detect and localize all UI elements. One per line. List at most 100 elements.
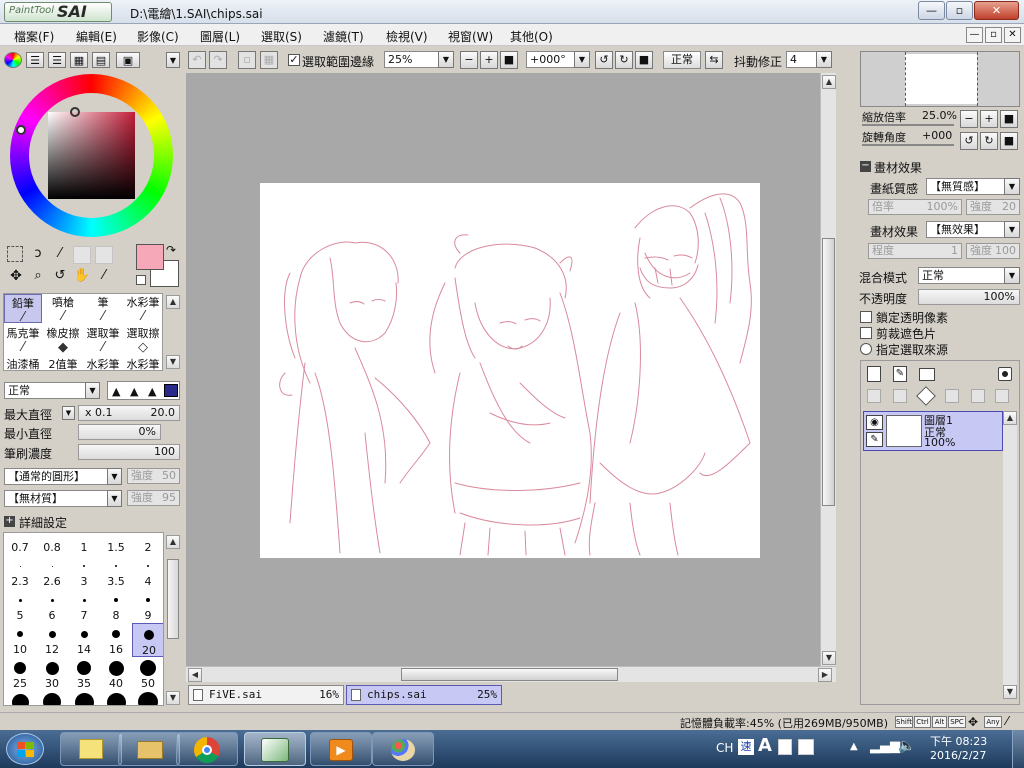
brush-size-cell[interactable]: 0.7 — [4, 533, 36, 555]
minimize-button[interactable]: — — [918, 1, 945, 20]
chevron-down-icon[interactable]: ▼ — [107, 468, 122, 485]
zoom-out-icon[interactable]: − — [460, 51, 478, 69]
soft-tip-icon[interactable]: ▲ — [130, 385, 138, 398]
nav-zoom-track[interactable] — [862, 124, 954, 126]
chevron-down-icon[interactable]: ▼ — [816, 51, 832, 68]
menu-edit[interactable]: 編輯(E) — [76, 28, 117, 45]
brush-texture-select[interactable]: 【無材質】 — [4, 490, 122, 507]
nav-zoom-in-icon[interactable]: + — [980, 110, 998, 128]
nav-rotate-left-icon[interactable]: ↺ — [960, 132, 978, 150]
brush-size-cell[interactable]: 10 — [4, 623, 36, 657]
brush-size-cell[interactable]: 70 — [36, 691, 68, 705]
start-button[interactable] — [6, 733, 44, 765]
primary-color-swatch[interactable] — [136, 244, 164, 270]
menu-window[interactable]: 視窗(W) — [448, 28, 493, 45]
menu-image[interactable]: 影像(C) — [137, 28, 179, 45]
brush-size-cell[interactable]: 1.5 — [100, 533, 132, 555]
brush-size-cell[interactable]: 6 — [36, 589, 68, 623]
ime-font-icon[interactable]: A — [758, 735, 772, 756]
new-layer-icon[interactable] — [867, 366, 881, 382]
vertical-scrollbar[interactable]: ▲ ▼ — [820, 73, 836, 666]
color-wheel-tab-icon[interactable] — [4, 52, 22, 68]
layer-scroll-up-icon[interactable]: ▲ — [1003, 411, 1017, 425]
maximize-button[interactable]: ▫ — [946, 1, 973, 20]
scroll-right-icon[interactable]: ▶ — [818, 668, 832, 682]
transparent-color-icon[interactable] — [136, 275, 146, 285]
brush-size-cell[interactable]: 25 — [4, 657, 36, 691]
clear-layer-icon[interactable] — [916, 386, 936, 406]
tool-select-eraser[interactable]: 選取擦 ◇ — [124, 325, 162, 354]
scroll-down-icon[interactable]: ▼ — [822, 651, 836, 665]
chevron-down-icon[interactable]: ▼ — [574, 51, 590, 68]
rgb-slider-tab-icon[interactable]: ☰ — [26, 52, 44, 68]
clock-date[interactable]: 2016/2/27 — [930, 749, 986, 762]
brush-size-cell[interactable]: 1 — [68, 533, 100, 555]
navigator-preview[interactable] — [860, 51, 1020, 107]
panel-menu-icon[interactable]: ▼ — [166, 52, 180, 68]
tool-airbrush[interactable]: 噴槍 ⁄ — [44, 294, 82, 323]
rotate-icon[interactable]: ↺ — [51, 268, 69, 286]
density-slider[interactable]: 100 — [78, 444, 180, 460]
brush-size-cell[interactable]: 20 — [132, 623, 163, 657]
opacity-slider[interactable]: 100% — [918, 289, 1020, 305]
tool-marker[interactable]: 馬克筆 ⁄ — [4, 325, 42, 354]
hand-icon[interactable]: ✋ — [73, 268, 91, 286]
zoom-icon[interactable]: ⌕ — [29, 268, 47, 286]
saturation-value-square[interactable] — [48, 112, 135, 199]
vertical-scroll-thumb[interactable] — [822, 238, 835, 506]
move-icon[interactable]: ✥ — [7, 268, 25, 286]
menu-layer[interactable]: 圖層(L) — [200, 28, 240, 45]
volume-icon[interactable]: 🔈 — [898, 738, 915, 754]
size-multiplier-icon[interactable]: ▼ — [62, 406, 75, 420]
chevron-down-icon[interactable]: ▼ — [1004, 221, 1020, 238]
network-signal-icon[interactable]: ▂▄▆ — [870, 739, 900, 754]
sv-picker-handle[interactable] — [70, 107, 80, 117]
hsv-slider-tab-icon[interactable]: ☰ — [48, 52, 66, 68]
brush-size-cell[interactable]: 8 — [100, 589, 132, 623]
mdi-restore-button[interactable]: ▫ — [985, 27, 1002, 43]
brush-size-cell[interactable]: 80 — [68, 691, 100, 705]
nav-rotate-right-icon[interactable]: ↻ — [980, 132, 998, 150]
brush-size-cell[interactable]: 14 — [68, 623, 100, 657]
close-button[interactable]: ✕ — [974, 1, 1019, 20]
canvas-area[interactable] — [186, 73, 820, 666]
new-vector-layer-icon[interactable]: ✎ — [893, 366, 907, 382]
horizontal-scrollbar[interactable]: ◀ ▶ — [186, 666, 836, 682]
brush-size-cell[interactable]: 120 — [132, 691, 163, 705]
chevron-down-icon[interactable]: ▼ — [1004, 267, 1020, 284]
doc-tab-active[interactable]: chips.sai 25% — [346, 685, 502, 705]
lock-opacity-checkbox[interactable] — [860, 311, 872, 323]
brush-size-cell[interactable]: 2.3 — [4, 555, 36, 589]
brush-size-cell[interactable]: 60 — [4, 691, 36, 705]
max-size-slider[interactable]: x 0.1 20.0 — [78, 405, 180, 421]
rotate-right-icon[interactable]: ↻ — [615, 51, 633, 69]
ime-mode[interactable]: 速 — [738, 739, 754, 755]
round-tip-icon[interactable]: ▲ — [112, 385, 120, 398]
layer-scrollbar[interactable]: ▲ ▼ — [1003, 411, 1017, 699]
size-scroll-up-icon[interactable]: ▲ — [166, 535, 180, 549]
tool-select-pen[interactable]: 選取筆 ⁄ — [84, 325, 122, 354]
brush-size-cell[interactable]: 30 — [36, 657, 68, 691]
chevron-down-icon[interactable]: ▼ — [85, 382, 100, 399]
rotate-left-icon[interactable]: ↺ — [595, 51, 613, 69]
square-tip-icon[interactable] — [164, 384, 178, 397]
horizontal-scroll-thumb[interactable] — [401, 668, 618, 681]
brush-size-cell[interactable]: 5 — [4, 589, 36, 623]
scroll-left-icon[interactable]: ◀ — [188, 668, 202, 682]
brush-size-cell[interactable]: 40 — [100, 657, 132, 691]
brush-size-cell[interactable]: 50 — [132, 657, 163, 691]
swap-colors-icon[interactable]: ↷ — [166, 243, 176, 257]
min-size-slider[interactable]: 0% — [78, 424, 161, 440]
layer-edit-pencil-icon[interactable]: ✎ — [866, 432, 883, 447]
lasso-icon[interactable]: ↄ — [29, 246, 47, 264]
nav-zoom-out-icon[interactable]: − — [960, 110, 978, 128]
taskbar-chrome[interactable] — [176, 732, 238, 766]
zoom-in-icon[interactable]: + — [480, 51, 498, 69]
brush-size-cell[interactable]: 0.8 — [36, 533, 68, 555]
taskbar-explorer[interactable] — [118, 732, 180, 766]
layer-scroll-down-icon[interactable]: ▼ — [1003, 685, 1017, 699]
tool-scroll-down-icon[interactable]: ▼ — [166, 355, 180, 369]
visibility-eye-icon[interactable]: ◉ — [866, 415, 883, 430]
size-scroll-down-icon[interactable]: ▼ — [166, 691, 180, 705]
clock-time[interactable]: 下午 08:23 — [930, 733, 987, 749]
